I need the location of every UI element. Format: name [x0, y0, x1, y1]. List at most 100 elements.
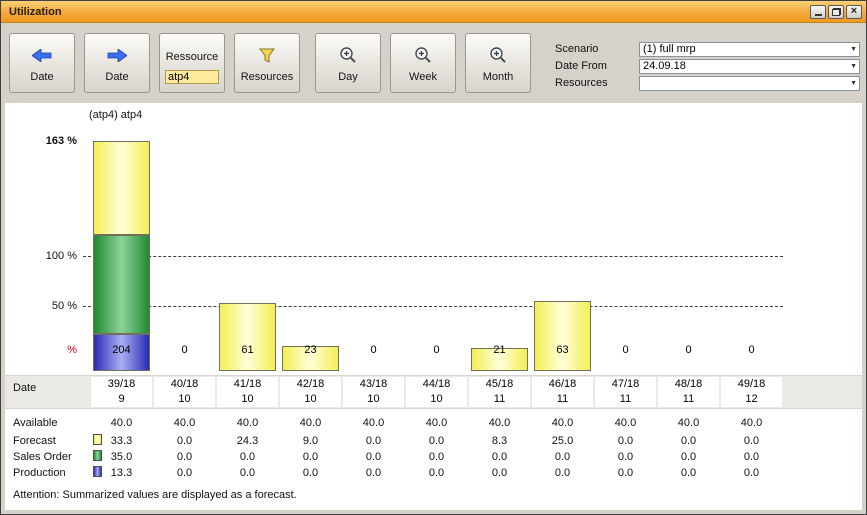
toolbar: Date Date Ressource Resources — [1, 23, 866, 103]
utilization-chart-area: (atp4) atp4 163 % 100 % 50 % % Date Avai… — [5, 103, 862, 510]
production-value: 0.0 — [216, 467, 279, 479]
close-icon: × — [851, 6, 857, 17]
arrow-right-icon — [107, 45, 127, 65]
sales-order-value: 0.0 — [216, 451, 279, 463]
date-back-button[interactable]: Date — [9, 33, 75, 93]
forecast-value: 33.3 — [90, 435, 153, 447]
sales-order-value: 0.0 — [531, 451, 594, 463]
available-value: 40.0 — [468, 417, 531, 429]
maximize-button[interactable] — [828, 5, 844, 19]
zoom-day-label: Day — [338, 71, 358, 84]
zoom-in-icon — [489, 45, 507, 65]
available-value: 40.0 — [657, 417, 720, 429]
date-cell: 49/1812 — [721, 377, 782, 407]
filter-icon — [259, 45, 275, 65]
production-value: 0.0 — [594, 467, 657, 479]
available-row-label: Available — [13, 417, 57, 429]
date-cell: 48/1811 — [658, 377, 719, 407]
utilization-value-label: 0 — [405, 344, 468, 356]
date-cell: 40/1810 — [154, 377, 215, 407]
available-value: 40.0 — [720, 417, 783, 429]
date-forward-button[interactable]: Date — [84, 33, 150, 93]
chevron-down-icon: ▼ — [850, 63, 857, 70]
production-value: 0.0 — [531, 467, 594, 479]
production-value: 0.0 — [657, 467, 720, 479]
sales-order-value: 35.0 — [90, 451, 153, 463]
resources-label: Resources — [555, 77, 639, 89]
utilization-value-label: 63 — [531, 344, 594, 356]
bar-segment-sales-order — [93, 235, 150, 334]
utilization-value-label: 21 — [468, 344, 531, 356]
date-cell: 46/1811 — [532, 377, 593, 407]
zoom-week-button[interactable]: Week — [390, 33, 456, 93]
chevron-down-icon: ▼ — [850, 80, 857, 87]
date-forward-label: Date — [105, 71, 128, 84]
scenario-label: Scenario — [555, 43, 639, 55]
production-value: 13.3 — [90, 467, 153, 479]
forecast-value: 0.0 — [342, 435, 405, 447]
available-value: 40.0 — [594, 417, 657, 429]
date-cell: 39/189 — [91, 377, 152, 407]
utilization-value-label: 204 — [90, 344, 153, 356]
zoom-day-button[interactable]: Day — [315, 33, 381, 93]
titlebar[interactable]: Utilization × — [1, 1, 866, 23]
forecast-value: 0.0 — [153, 435, 216, 447]
chevron-down-icon: ▼ — [850, 46, 857, 53]
forecast-value: 0.0 — [657, 435, 720, 447]
utilization-value-label: 61 — [216, 344, 279, 356]
utilization-value-label: 0 — [657, 344, 720, 356]
scenario-combobox[interactable]: (1) full mrp ▼ — [639, 42, 860, 57]
forecast-value: 0.0 — [594, 435, 657, 447]
available-value: 40.0 — [90, 417, 153, 429]
forecast-value: 25.0 — [531, 435, 594, 447]
y-axis-unit-label: % — [23, 344, 77, 356]
resource-button[interactable]: Ressource — [159, 33, 225, 93]
chart-title: (atp4) atp4 — [89, 109, 142, 121]
available-value: 40.0 — [279, 417, 342, 429]
forecast-value: 0.0 — [720, 435, 783, 447]
arrow-left-icon — [32, 45, 52, 65]
resources-combobox[interactable]: ▼ — [639, 76, 860, 91]
date-cell: 47/1811 — [595, 377, 656, 407]
zoom-week-label: Week — [409, 71, 437, 84]
zoom-month-button[interactable]: Month — [465, 33, 531, 93]
resources-field-row: Resources ▼ — [555, 75, 860, 91]
available-value: 40.0 — [153, 417, 216, 429]
y-axis-100-label: 100 % — [23, 250, 77, 262]
sales-order-value: 0.0 — [405, 451, 468, 463]
minimize-button[interactable] — [810, 5, 826, 19]
sales-order-value: 0.0 — [153, 451, 216, 463]
date-from-combobox[interactable]: 24.09.18 ▼ — [639, 59, 860, 74]
resources-filter-label: Resources — [241, 71, 294, 84]
y-axis-max-label: 163 % — [23, 135, 77, 147]
resources-filter-button[interactable]: Resources — [234, 33, 300, 93]
bar-segment-forecast — [93, 141, 150, 235]
date-cell: 45/1811 — [469, 377, 530, 407]
gridline-100-icon — [83, 256, 783, 257]
date-back-label: Date — [30, 71, 53, 84]
forecast-value: 24.3 — [216, 435, 279, 447]
available-value: 40.0 — [531, 417, 594, 429]
sales-order-value: 0.0 — [594, 451, 657, 463]
maximize-icon — [832, 8, 841, 16]
forecast-value: 0.0 — [405, 435, 468, 447]
available-value: 40.0 — [342, 417, 405, 429]
utilization-value-label: 0 — [720, 344, 783, 356]
zoom-in-icon — [339, 45, 357, 65]
resource-button-label: Ressource — [166, 51, 219, 64]
attention-note: Attention: Summarized values are display… — [13, 489, 297, 501]
production-row-label: Production — [13, 467, 66, 479]
zoom-in-icon — [414, 45, 432, 65]
utilization-value-label: 0 — [594, 344, 657, 356]
utilization-window: Utilization × Date Date Ressource — [0, 0, 867, 515]
sales-order-value: 0.0 — [279, 451, 342, 463]
sales-order-value: 0.0 — [342, 451, 405, 463]
forecast-row-label: Forecast — [13, 435, 56, 447]
close-button[interactable]: × — [846, 5, 862, 19]
available-value: 40.0 — [405, 417, 468, 429]
zoom-month-label: Month — [483, 71, 514, 84]
resource-input[interactable] — [165, 70, 219, 84]
scenario-value: (1) full mrp — [643, 43, 696, 55]
production-value: 0.0 — [153, 467, 216, 479]
date-cell: 43/1810 — [343, 377, 404, 407]
